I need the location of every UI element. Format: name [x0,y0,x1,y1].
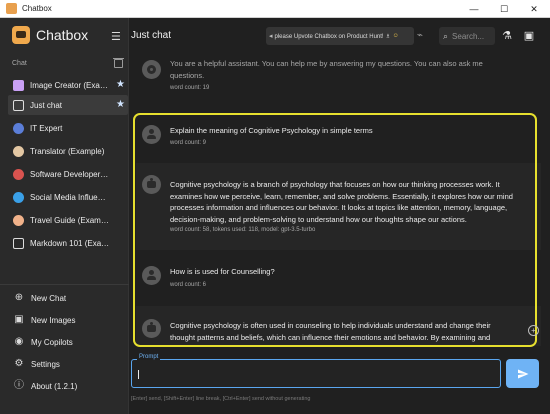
sidebar-item-translator[interactable]: Translator (Example) [8,141,128,161]
new-chat-button[interactable]: ⊕ New Chat [14,293,66,303]
message-system: You are a helpful assistant. You can hel… [136,52,541,102]
message-text: Explain the meaning of Cognitive Psychol… [170,126,373,135]
sidebar-item-label: Translator (Example) [30,146,105,156]
star-icon[interactable]: ★ [116,79,125,90]
megaphone-icon: ◂ [269,33,273,40]
assistant-avatar-icon [142,175,161,194]
sidebar-item-label: Software Developer (Ex... [30,169,110,179]
search-icon: ⌕ [443,30,449,41]
maximize-button[interactable]: ☐ [489,0,519,18]
section-label-chat: Chat [12,60,27,67]
message-meta: word count: 9 [170,140,207,146]
message-meta: word count: 6 [170,282,207,288]
plus-circle-icon: ⊕ [14,292,24,303]
chat-bubble-icon [13,237,24,249]
sidebar-item-social-media-influencer[interactable]: Social Media Influencer ... [8,187,128,207]
sidebar-item-label: Social Media Influencer ... [30,192,110,202]
message-meta: word count: 19 [170,85,210,91]
robot-avatar-icon [13,122,24,134]
brand: Chatbox [12,26,88,44]
sidebar-item-software-developer[interactable]: Software Developer (Ex... [8,164,128,184]
share-icon[interactable]: ⌁ [417,31,427,41]
image-icon [13,79,24,91]
sidebar-item-image-creator[interactable]: Image Creator (Exam... ★ [8,75,128,95]
send-icon [517,369,528,378]
bird-avatar-icon [13,191,24,203]
minimize-button[interactable]: — [459,0,489,18]
search-placeholder: Search... [452,31,485,41]
gear-icon: ⚙ [14,358,24,369]
my-copilots-button[interactable]: ◉ My Copilots [14,337,73,347]
about-button[interactable]: ⓘ About (1.2.1) [14,381,77,391]
sidebar: Chatbox Chat Image Creator (Exam... ★ Ju… [0,18,129,414]
message-user: Explain the meaning of Cognitive Psychol… [136,116,541,161]
search-input[interactable]: ⌕ Search... [439,27,495,45]
app-logo-icon [6,3,17,14]
star-icon[interactable]: ★ [116,99,125,110]
sidebar-item-label: Markdown 101 (Example) [30,238,110,248]
developer-avatar-icon [13,168,24,180]
user-avatar-icon [142,266,161,285]
user-avatar-icon [142,125,161,144]
chatbox-logo-icon [12,26,30,44]
trash-icon[interactable] [113,58,124,68]
image-icon: ▣ [14,314,24,325]
chat-title[interactable]: Just chat [131,30,171,41]
sidebar-item-label: IT Expert [30,123,63,133]
window-titlebar: Chatbox — ☐ ✕ [0,0,550,18]
sidebar-item-markdown-101[interactable]: Markdown 101 (Example) [8,233,128,253]
brand-name: Chatbox [36,27,89,43]
new-images-label: New Images [31,315,76,325]
save-icon[interactable]: ▣ [522,29,536,43]
smile-icon: ☺ [392,33,399,39]
message-user: How is is used for Counselling? word cou… [136,256,541,301]
message-assistant: Cognitive psychology is often used in co… [136,306,541,346]
settings-label: Settings [31,359,60,369]
sidebar-item-travel-guide[interactable]: Travel Guide (Example) [8,210,128,230]
sidebar-item-label: Just chat [30,100,63,110]
prompt-label: Prompt [137,354,161,360]
my-copilots-label: My Copilots [31,337,73,347]
sidebar-divider [0,284,129,285]
prompt-input[interactable] [131,359,501,388]
window-title: Chatbox [22,4,52,13]
new-chat-label: New Chat [31,293,67,303]
promo-banner[interactable]: ◂ please Upvote Chatbox on Product Hunt!… [266,27,414,45]
about-label: About (1.2.1) [31,381,78,391]
scroll-down-icon[interactable]: + [528,325,539,336]
sidebar-toggle-icon[interactable]: ☰ [111,30,121,43]
message-text: Cognitive psychology is a branch of psyc… [170,180,513,224]
info-icon: ⓘ [14,380,24,391]
sidebar-item-label: Travel Guide (Example) [30,215,110,225]
chat-bubble-icon [13,99,24,111]
translator-avatar-icon [13,145,24,157]
message-meta: word count: 58, tokens used: 118, model:… [170,227,316,233]
new-images-button[interactable]: ▣ New Images [14,315,75,325]
close-button[interactable]: ✕ [519,0,549,18]
message-text: You are a helpful assistant. You can hel… [170,59,483,80]
message-assistant: Cognitive psychology is a branch of psyc… [136,163,541,250]
keyboard-hint: [Enter] send, [Shift+Enter] line break, … [131,396,311,402]
text-caret [138,370,139,379]
sidebar-item-it-expert[interactable]: IT Expert [8,118,128,138]
message-text: How is is used for Counselling? [170,267,275,276]
clean-brush-icon[interactable]: ⚗ [500,29,514,43]
travel-avatar-icon [13,214,24,226]
promo-text: please Upvote Chatbox on Product Hunt! ♗ [274,33,391,40]
sidebar-item-just-chat[interactable]: Just chat ★ [8,95,128,115]
sidebar-item-label: Image Creator (Exam... [30,80,110,90]
system-avatar-icon [142,60,161,79]
assistant-avatar-icon [142,319,161,338]
message-text: Cognitive psychology is often used in co… [170,321,491,342]
send-button[interactable] [506,359,539,388]
settings-button[interactable]: ⚙ Settings [14,359,60,369]
robot-icon: ◉ [14,336,24,347]
